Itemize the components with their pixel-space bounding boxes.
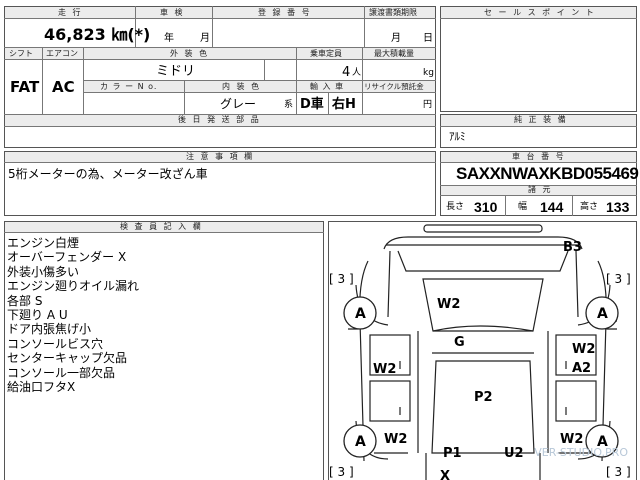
watermark: VER-STUDIO.PRO: [534, 446, 628, 459]
inspector-notes-list: エンジン白煙 オーバーフェンダー X 外装小傷多い エンジン廻りオイル漏れ 各部…: [7, 236, 139, 394]
inspector-note: 給油口フタX: [7, 380, 76, 395]
damage-p2: P2: [474, 390, 493, 405]
color-no-label: カ ラ ー N o.: [100, 82, 158, 91]
damage-a2: A2: [572, 361, 592, 376]
wheel-rear-left: A: [355, 434, 366, 450]
length-label: 長さ: [446, 202, 465, 212]
inspector-note: エンジン廻りオイル漏れ: [7, 279, 140, 294]
right-hand-value: 右H: [332, 97, 356, 112]
tire-tread-fr: [ 3 ]: [606, 272, 631, 286]
damage-p1: P1: [443, 446, 462, 461]
max-load-label: 最大積載量: [374, 49, 414, 58]
wheel-front-left: A: [355, 306, 366, 322]
int-color-value: グレー: [220, 97, 257, 111]
inspector-note: ドア内張焦げ小: [7, 322, 92, 337]
load-unit: kg: [423, 68, 434, 78]
recycle-label: リサイクル預託金: [364, 82, 424, 91]
inspector-note: 外装小傷多い: [7, 264, 80, 279]
inspector-note: 下廻り A U: [7, 308, 68, 323]
d-car-value: D車: [300, 97, 324, 112]
capacity-label: 乗車定員: [310, 49, 342, 58]
inspection-year-unit: 年: [164, 33, 174, 44]
inspector-note: 各部 S: [7, 293, 43, 308]
equipment-value: ｱﾙﾐ: [449, 130, 466, 143]
shift-label: シフト: [9, 49, 33, 58]
inspector-note: センターキャップ欠品: [7, 351, 128, 366]
tire-tread-rr: [ 3 ]: [606, 465, 631, 479]
damage-w2-hood: W2: [437, 297, 461, 312]
notes-label: 注 意 事 項 欄: [186, 152, 255, 161]
damage-w2-left: W2: [373, 362, 397, 377]
inspector-note: コンソールビス穴: [7, 336, 104, 351]
notes-value: 5桁メーターの為、メーター改ざん車: [8, 167, 208, 181]
mileage-label: 走 行: [58, 8, 83, 17]
damage-b3: B3: [563, 240, 582, 255]
transfer-month-unit: 月: [391, 33, 401, 44]
equipment-label: 純 正 装 備: [514, 115, 568, 124]
height-label: 高さ: [580, 202, 599, 212]
damage-x: X: [440, 469, 451, 480]
inspection-month-unit: 月: [200, 33, 210, 44]
inspector-label: 検 査 員 記 入 欄: [120, 222, 203, 231]
transfer-deadline-label: 譲渡書類期限: [369, 8, 417, 17]
transfer-day-unit: 日: [423, 33, 433, 44]
length-value: 310: [474, 199, 498, 215]
damage-u2: U2: [504, 446, 524, 461]
chassis-label: 車 台 番 号: [512, 152, 566, 161]
recycle-unit: 円: [423, 100, 433, 110]
dimensions-label: 諸 元: [528, 185, 553, 194]
registration-label: 登 録 番 号: [258, 8, 312, 17]
width-label: 幅: [518, 202, 528, 212]
int-color-suffix: 系: [284, 100, 294, 110]
damage-w2-lower-left: W2: [384, 432, 408, 447]
later-parts-label: 後 日 発 送 部 品: [178, 115, 261, 124]
height-value: 133: [606, 199, 630, 215]
tire-tread-fl: [ 3 ]: [329, 272, 354, 286]
inspector-note: エンジン白煙: [7, 236, 80, 250]
tire-tread-rl: [ 3 ]: [329, 465, 354, 479]
chassis-number: SAXXNWAXKBD055469: [456, 164, 639, 183]
ac-label: エアコン: [46, 49, 78, 58]
sales-point-box: [440, 6, 637, 112]
int-color-label: 内 装 色: [222, 82, 262, 91]
sales-point-label: セ ー ル ス ポ イ ン ト: [484, 8, 596, 17]
capacity-unit: 人: [352, 68, 362, 78]
damage-g: G: [454, 335, 465, 350]
import-label: 輸 入 車: [310, 82, 345, 91]
width-value: 144: [540, 199, 564, 215]
ext-color-value: ミドリ: [156, 64, 196, 79]
ext-color-label: 外 装 色: [170, 49, 210, 58]
inspector-note: オーバーフェンダー X: [7, 250, 127, 265]
ac-value: AC: [52, 78, 75, 96]
wheel-front-right: A: [597, 306, 608, 322]
capacity-value: 4: [342, 65, 351, 80]
shift-value: FAT: [10, 78, 40, 96]
damage-w2-right: W2: [572, 342, 596, 357]
inspector-note: コンソール一部欠品: [7, 365, 116, 380]
damage-w2-lower-right: W2: [560, 432, 584, 447]
inspection-label: 車 検: [160, 8, 185, 17]
mileage-value: 46,823 ㎞(*): [44, 25, 151, 44]
